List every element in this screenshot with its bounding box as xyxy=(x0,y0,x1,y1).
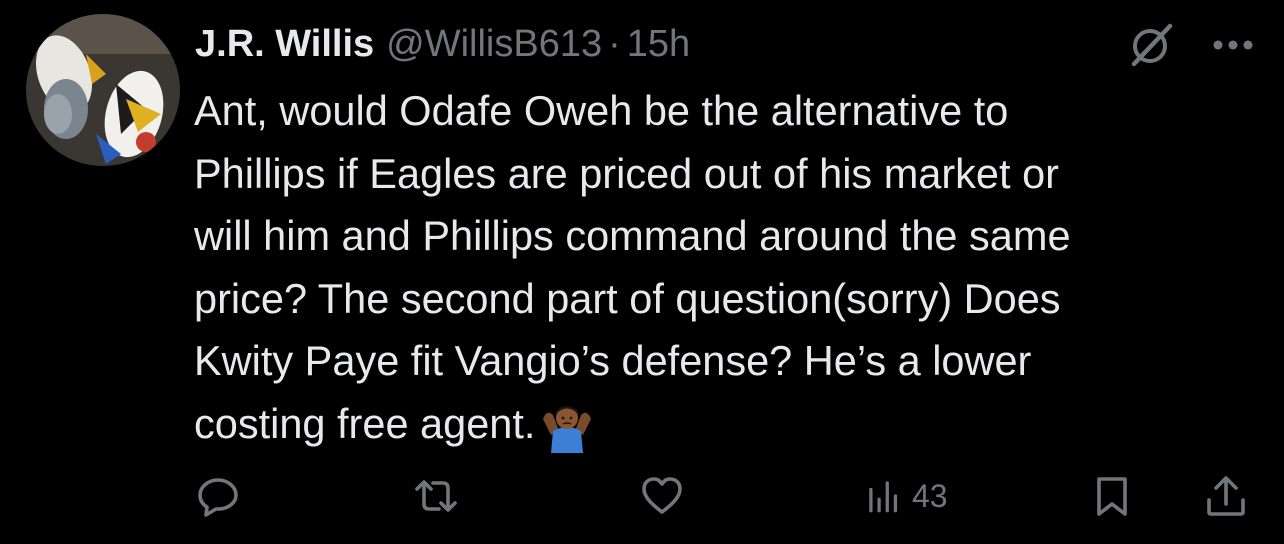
reply-button[interactable] xyxy=(196,472,240,520)
header-icons xyxy=(1128,22,1258,68)
header-separator: · xyxy=(608,22,621,65)
timestamp[interactable]: 15h xyxy=(627,23,690,66)
tweet-text: Ant, would Odafe Oweh be the alternative… xyxy=(194,80,1254,455)
author-display-name[interactable]: J.R. Willis xyxy=(195,23,374,66)
views-count: 43 xyxy=(912,477,948,514)
avatar-image xyxy=(26,14,180,166)
person-shrugging-emoji xyxy=(543,405,592,453)
tweet-text-content: Ant, would Odafe Oweh be the alternative… xyxy=(194,87,1071,447)
tweet-header: J.R. Willis @WillisB613 · 15h xyxy=(195,18,690,70)
more-icon[interactable] xyxy=(1210,26,1256,64)
like-icon xyxy=(642,477,682,514)
action-bar: 43 xyxy=(0,466,1284,526)
grok-icon[interactable] xyxy=(1128,22,1174,68)
share-icon xyxy=(1207,476,1245,516)
retweet-icon xyxy=(415,480,457,512)
views-icon xyxy=(869,481,898,513)
views-button[interactable]: 43 xyxy=(866,472,948,520)
like-button[interactable] xyxy=(640,472,684,520)
bookmark-button[interactable] xyxy=(1090,472,1134,520)
reply-icon xyxy=(198,478,238,517)
tweet[interactable]: J.R. Willis @WillisB613 · 15h Ant, would… xyxy=(0,0,1284,544)
share-button[interactable] xyxy=(1204,472,1248,520)
author-handle[interactable]: @WillisB613 xyxy=(386,23,602,66)
bookmark-icon xyxy=(1097,477,1127,516)
avatar[interactable] xyxy=(26,14,180,166)
retweet-button[interactable] xyxy=(414,472,458,520)
